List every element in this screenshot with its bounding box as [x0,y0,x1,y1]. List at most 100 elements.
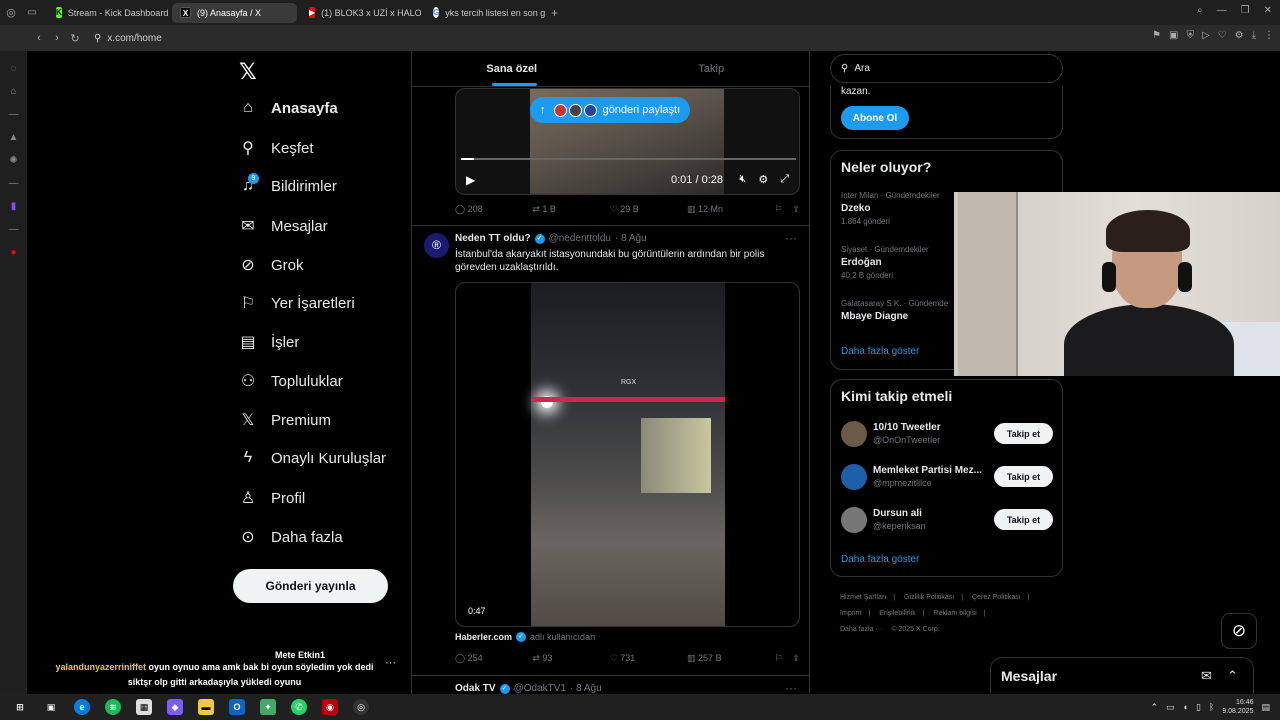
maximize-icon[interactable]: ❐ [1241,5,1250,16]
like-button[interactable]: ♡ 731 [610,653,687,664]
whatsapp-icon[interactable]: ✆ [291,699,307,715]
download-icon[interactable]: ⤓ [1252,30,1256,41]
repost-button[interactable]: ⇄ 93 [532,653,609,664]
obs-icon[interactable]: ◎ [353,699,369,715]
post-button[interactable]: Gönderi yayınla [233,569,388,603]
reply-button[interactable]: ◯ 254 [455,653,532,664]
extension-icon[interactable]: ⚑ [1152,30,1161,41]
browser-search-icon[interactable]: ⌕ [1197,5,1203,16]
nav-home[interactable]: ⌂ Anasayfa [239,99,338,117]
chat-more-icon[interactable]: ··· [385,657,396,669]
search-input[interactable]: ⚲ Ara [830,54,1063,83]
file-explorer-icon[interactable]: ▬ [198,699,214,715]
footer-link[interactable]: Gizlilik Politikası [904,594,954,601]
nav-grok[interactable]: ⊘ Grok [239,255,303,275]
reply-button[interactable]: ◯ 208 [455,204,532,215]
nav-more[interactable]: ⊙ Daha fazla [239,527,342,547]
sidebar-shopping-icon[interactable]: ⌂ [0,86,27,97]
spotify-icon[interactable]: ≋ [105,699,121,715]
notifications-icon[interactable]: ▤ [1261,702,1270,713]
sidebar-chatgpt-icon[interactable]: ✺ [0,155,27,166]
gear-icon[interactable]: ⚙ [758,173,768,186]
sidebar-app-icon[interactable]: ▲ [0,132,27,143]
follow-suggestion[interactable]: 10/10 Tweetler @OnOnTweetler Takip et [841,421,1053,451]
sidebar-twitch-icon[interactable]: ▮ [0,201,27,212]
grok-floating-button[interactable]: ⊘ [1221,613,1257,649]
shield-icon[interactable]: ⛨ [1186,30,1194,41]
subscribe-button[interactable]: Abone Ol [841,106,909,130]
tweet-author-name[interactable]: Odak TV [455,683,496,694]
nav-profile[interactable]: ♙ Profil [239,488,305,508]
bookmark-icon[interactable]: ⚐ [774,653,782,664]
share-icon[interactable]: ⇪ [792,653,800,664]
messages-drawer[interactable]: Mesajlar ✉ ⌃ [990,657,1254,694]
nav-verified-orgs[interactable]: ϟ Onaylı Kuruluşlar [239,449,386,467]
nav-messages[interactable]: ✉ Mesajlar [239,216,327,236]
new-message-icon[interactable]: ✉ [1201,668,1212,684]
follow-button[interactable]: Takip et [994,509,1053,530]
share-icon[interactable]: ⇪ [792,204,800,215]
new-posts-pill[interactable]: ↑ gönderi paylaştı [530,97,691,123]
nav-bookmarks[interactable]: ⚐ Yer İşaretleri [239,293,355,313]
windows-start-icon[interactable]: ⊞ [12,699,28,715]
video-player[interactable]: RGX 0:47 [455,282,800,627]
video-source[interactable]: Haberler.com ✓ adlı kullanıcıdan [455,632,595,642]
forward-icon[interactable]: › [48,32,66,44]
video-progress-bar[interactable] [461,158,796,160]
fullscreen-icon[interactable]: ⤢ [780,173,789,186]
url-field[interactable]: ⚲ x.com/home [94,33,162,44]
footer-link[interactable]: Reklam bilgisi [934,610,977,617]
more-options-icon[interactable]: ··· [785,681,797,694]
puzzle-icon[interactable]: ⚙ [1235,30,1244,41]
expand-icon[interactable]: ⌃ [1227,668,1238,684]
edge-icon[interactable]: e [74,699,90,715]
views-button[interactable]: ▥ 12 Mn [687,204,764,215]
tab-x-home[interactable]: X (9) Anasayfa / X [172,2,297,23]
tab-google[interactable]: G yks tercih listesi en son g [425,3,545,23]
follow-button[interactable]: Takip et [994,466,1053,487]
footer-link[interactable]: Erişilebilirlik [879,610,916,617]
tab-kick[interactable]: K Stream - Kick Dashboard [48,3,168,23]
like-button[interactable]: ♡ 29 B [610,204,687,215]
copilot-icon[interactable]: ◆ [167,699,183,715]
tweet-date[interactable]: · 8 Ağu [570,683,602,694]
screenshot-icon[interactable]: ▣ [1169,30,1178,41]
volume-icon[interactable]: ◖ [1183,702,1188,712]
tab-actions-icon[interactable]: ▭ [22,7,42,18]
network-icon[interactable]: ▭ [1166,702,1175,713]
clock[interactable]: 16:46 9.08.2025 [1222,698,1253,716]
mute-icon[interactable]: 🔇︎ [739,173,746,186]
tweet-author-name[interactable]: Neden TT oldu? [455,233,531,244]
browser-menu-icon[interactable]: ◎ [0,6,22,19]
more-options-icon[interactable]: ··· [785,231,797,245]
nav-communities[interactable]: ⚇ Topluluklar [239,371,343,391]
tab-for-you[interactable]: Sana özel [412,51,612,86]
sidebar-youtube-icon[interactable]: ● [0,247,27,258]
show-more-follow-link[interactable]: Daha fazla göster [841,554,919,565]
tweet-author-handle[interactable]: @OdakTV1 [514,683,566,694]
show-more-trends-link[interactable]: Daha fazla göster [841,346,919,357]
repost-button[interactable]: ⇄ 1 B [532,204,609,215]
back-icon[interactable]: ‹ [30,32,48,44]
tweet-date[interactable]: · 8 Ağu [615,233,647,244]
follow-button[interactable]: Takip et [994,423,1053,444]
site-info-icon[interactable]: ⚲ [94,33,101,44]
app-icon[interactable]: ✦ [260,699,276,715]
app-icon[interactable]: ◉ [322,699,338,715]
task-view-icon[interactable]: ▣ [43,699,59,715]
footer-link[interactable]: Imprint [840,610,861,617]
reload-icon[interactable]: ↻ [66,32,84,45]
follow-suggestion[interactable]: Memleket Partisi Mez... @mpmezitlilce Ta… [841,464,1053,494]
play-extension-icon[interactable]: ▷ [1202,30,1210,41]
minimize-icon[interactable]: — [1217,5,1227,16]
nav-jobs[interactable]: ▤ İşler [239,332,299,352]
tab-following[interactable]: Takip [612,51,810,86]
views-button[interactable]: ▥ 257 B [687,653,764,664]
avatar[interactable]: ® [424,233,449,258]
favorites-icon[interactable]: ♡ [1218,30,1227,41]
new-tab-icon[interactable]: + [551,6,558,20]
footer-link[interactable]: Daha fazla ··· [840,626,882,633]
settings-menu-icon[interactable]: ⋮ [1264,30,1274,41]
close-window-icon[interactable]: ✕ [1264,5,1272,16]
x-logo-icon[interactable]: 𝕏 [239,59,257,85]
